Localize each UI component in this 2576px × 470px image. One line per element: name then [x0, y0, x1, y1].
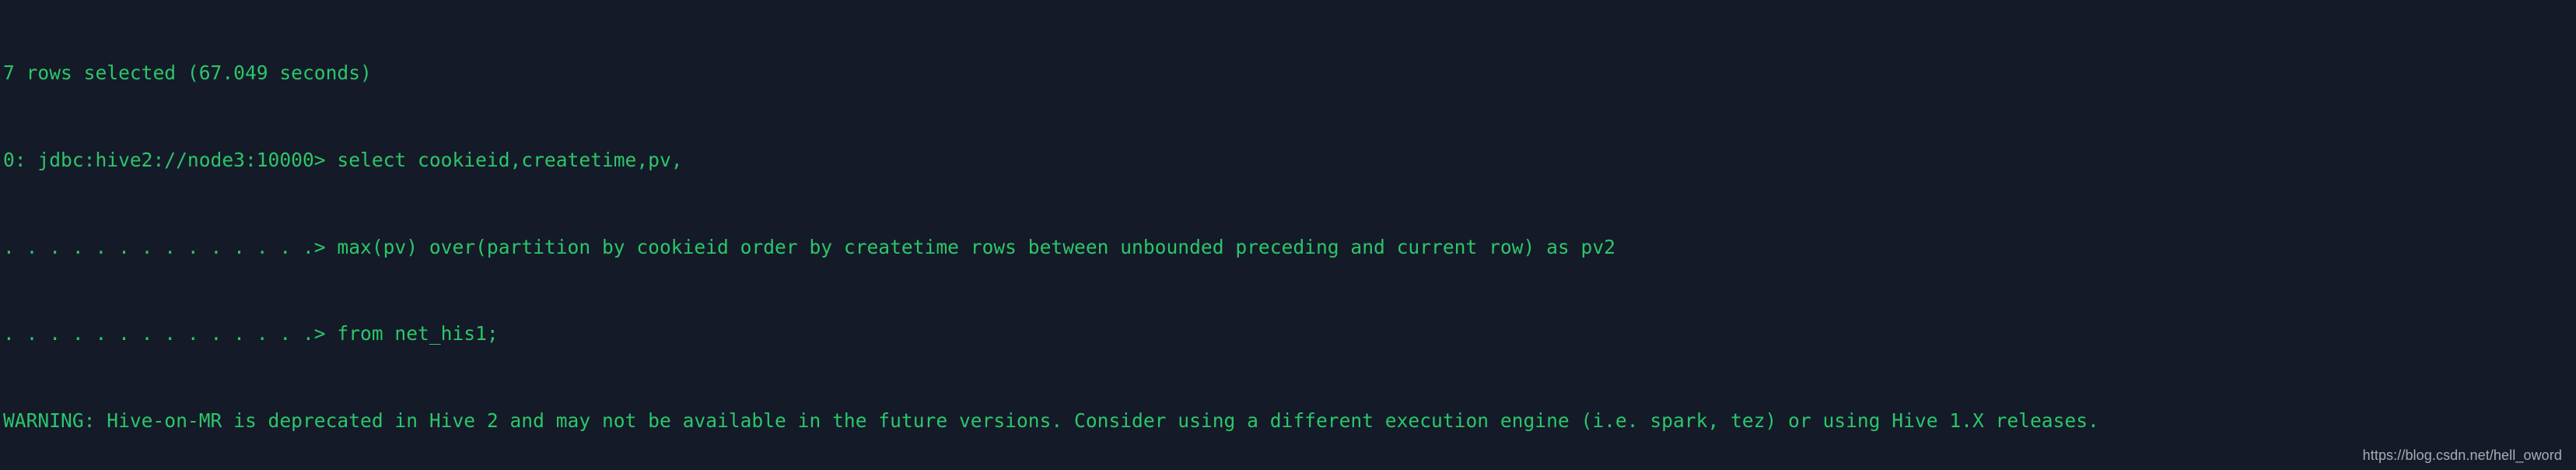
output-line-result-status: 7 rows selected (67.049 seconds): [3, 61, 372, 85]
watermark-blog-url: https://blog.csdn.net/hell_oword: [2362, 447, 2562, 463]
terminal-window[interactable]: 7 rows selected (67.049 seconds) 0: jdbc…: [0, 0, 2576, 470]
output-line-sql-line-2: . . . . . . . . . . . . . .> max(pv) ove…: [3, 235, 1615, 258]
output-line-warning: WARNING: Hive-on-MR is deprecated in Hiv…: [3, 409, 2099, 432]
output-line-sql-line-1: 0: jdbc:hive2://node3:10000> select cook…: [3, 149, 683, 171]
output-line-sql-line-3: . . . . . . . . . . . . . .> from net_hi…: [3, 322, 499, 345]
terminal-console-output[interactable]: 7 rows selected (67.049 seconds) 0: jdbc…: [0, 0, 2099, 470]
